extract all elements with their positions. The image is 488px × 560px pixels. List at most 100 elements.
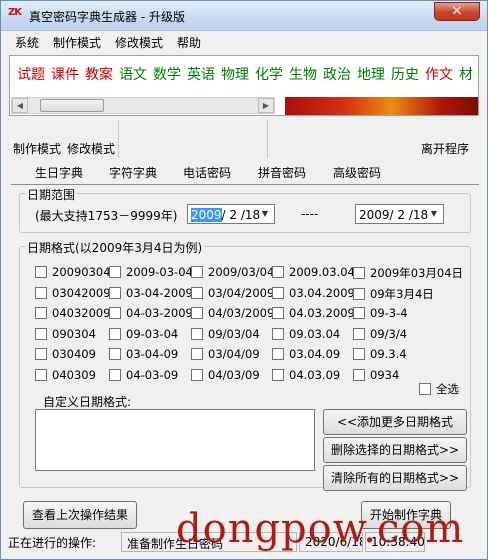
subject-link[interactable]: 生物 xyxy=(289,67,317,83)
custom-format-textarea[interactable] xyxy=(35,409,315,471)
scroll-left-icon[interactable]: ◀ xyxy=(12,98,28,113)
checkbox-icon[interactable] xyxy=(35,266,47,278)
tab-birthday[interactable]: 生日字典 xyxy=(35,164,83,181)
date-format-checkbox[interactable]: 09-03-04 xyxy=(109,327,178,343)
checkbox-icon[interactable] xyxy=(35,286,47,299)
scroll-thumb[interactable] xyxy=(40,99,104,112)
checkbox-icon[interactable] xyxy=(191,327,203,340)
date-format-checkbox[interactable]: 09年3月4日 xyxy=(353,286,434,302)
checkbox-icon[interactable] xyxy=(191,266,203,278)
start-date-picker[interactable]: 2009/ 2 /18 ▼ xyxy=(187,204,275,224)
modify-mode-button[interactable]: 修改模式 xyxy=(67,140,115,157)
checkbox-icon[interactable] xyxy=(272,369,284,381)
chevron-down-icon[interactable]: ▼ xyxy=(427,207,441,221)
date-format-checkbox[interactable]: 04.03.09 xyxy=(272,368,340,384)
checkbox-icon[interactable] xyxy=(272,266,284,278)
date-format-checkbox[interactable]: 2009.03.04 xyxy=(272,265,355,281)
date-format-checkbox[interactable]: 09/03/04 xyxy=(191,327,260,343)
date-format-checkbox[interactable]: 04-03-09 xyxy=(109,368,178,384)
date-format-checkbox[interactable]: 0934 xyxy=(353,368,399,384)
date-format-checkbox[interactable]: 2009/03/04 xyxy=(191,265,274,281)
checkbox-icon[interactable] xyxy=(191,286,203,299)
date-format-checkbox[interactable]: 09.03.04 xyxy=(272,327,340,343)
tab-advanced[interactable]: 高级密码 xyxy=(333,164,381,181)
date-format-checkbox[interactable]: 040309 xyxy=(35,368,96,384)
date-format-checkbox[interactable]: 04.03.2009 xyxy=(272,306,355,322)
scroll-right-icon[interactable]: ▶ xyxy=(258,98,274,113)
end-date-picker[interactable]: 2009/ 2 /18 ▼ xyxy=(355,204,444,224)
horizontal-scrollbar[interactable]: ◀ ▶ xyxy=(11,97,275,114)
checkbox-icon[interactable] xyxy=(272,286,284,299)
make-mode-button[interactable]: 制作模式 xyxy=(13,140,61,157)
checkbox-icon[interactable] xyxy=(353,327,365,340)
exit-button[interactable]: 离开程序 xyxy=(421,140,469,157)
date-format-checkbox[interactable]: 090304 xyxy=(35,327,96,343)
checkbox-icon[interactable] xyxy=(272,327,284,340)
subject-link[interactable]: 教案 xyxy=(85,67,113,83)
date-format-checkbox[interactable]: 03/04/09 xyxy=(191,347,260,363)
checkbox-icon[interactable] xyxy=(353,287,365,300)
date-format-checkbox[interactable]: 04/03/2009 xyxy=(191,306,274,322)
checkbox-icon[interactable] xyxy=(35,369,47,381)
date-format-checkbox[interactable]: 09/3/4 xyxy=(353,327,407,343)
date-format-checkbox[interactable]: 09.3.4 xyxy=(353,347,407,363)
checkbox-icon[interactable] xyxy=(35,307,47,320)
subject-link[interactable]: 历史 xyxy=(391,67,419,83)
date-format-checkbox[interactable]: 03-04-2009 xyxy=(109,286,193,302)
menu-help[interactable]: 帮助 xyxy=(177,34,201,51)
date-format-checkbox[interactable]: 03/04/2009 xyxy=(191,286,274,302)
checkbox-icon[interactable] xyxy=(109,286,121,299)
checkbox-icon[interactable] xyxy=(109,369,121,381)
checkbox-icon[interactable] xyxy=(35,327,47,340)
subject-link[interactable]: 化学 xyxy=(255,67,283,83)
checkbox-icon[interactable] xyxy=(191,307,203,320)
date-format-checkbox[interactable]: 04/03/09 xyxy=(191,368,260,384)
date-format-checkbox[interactable]: 20090304 xyxy=(35,265,111,281)
title-bar[interactable]: ZK 真空密码字典生成器 - 升级版 ✕ xyxy=(1,1,487,31)
checkbox-icon[interactable] xyxy=(35,348,47,361)
clear-formats-button[interactable]: 清除所有的日期格式>> xyxy=(323,465,467,491)
checkbox-icon[interactable] xyxy=(191,348,203,361)
subject-link[interactable]: 材 xyxy=(459,67,473,83)
tab-pinyin[interactable]: 拼音密码 xyxy=(258,164,306,181)
subject-link[interactable]: 英语 xyxy=(187,67,215,83)
subject-link[interactable]: 物理 xyxy=(221,67,249,83)
subject-link[interactable]: 语文 xyxy=(119,67,147,83)
chevron-down-icon[interactable]: ▼ xyxy=(258,207,272,221)
date-format-checkbox[interactable]: 030409 xyxy=(35,347,96,363)
checkbox-icon[interactable] xyxy=(272,348,284,361)
checkbox-icon[interactable] xyxy=(353,307,365,320)
menu-make-mode[interactable]: 制作模式 xyxy=(53,34,101,51)
checkbox-icon[interactable] xyxy=(353,369,365,381)
select-all-checkbox[interactable]: 全选 xyxy=(419,381,459,397)
checkbox-icon[interactable] xyxy=(109,348,121,361)
subject-link[interactable]: 数学 xyxy=(153,67,181,83)
subject-link[interactable]: 政治 xyxy=(323,67,351,83)
checkbox-icon[interactable] xyxy=(353,267,365,279)
start-date-year[interactable]: 2009 xyxy=(191,208,222,222)
date-format-checkbox[interactable]: 2009-03-04 xyxy=(109,265,193,281)
tab-character[interactable]: 字符字典 xyxy=(109,164,157,181)
checkbox-icon[interactable] xyxy=(109,307,121,320)
checkbox-icon[interactable] xyxy=(109,327,121,340)
subject-link[interactable]: 地理 xyxy=(357,67,385,83)
date-format-checkbox[interactable]: 09-3-4 xyxy=(353,306,408,322)
close-button[interactable]: ✕ xyxy=(434,2,480,21)
view-last-result-button[interactable]: 查看上次操作结果 xyxy=(23,501,137,529)
date-format-checkbox[interactable]: 03042009 xyxy=(35,286,111,302)
checkbox-icon[interactable] xyxy=(419,383,431,395)
menu-modify-mode[interactable]: 修改模式 xyxy=(115,34,163,51)
tab-phone[interactable]: 电话密码 xyxy=(183,164,231,181)
menu-system[interactable]: 系统 xyxy=(15,34,39,51)
checkbox-icon[interactable] xyxy=(353,348,365,361)
date-format-checkbox[interactable]: 03.04.2009 xyxy=(272,286,355,302)
subject-link[interactable]: 试题 xyxy=(17,67,45,83)
date-format-checkbox[interactable]: 04-03-2009 xyxy=(109,306,193,322)
delete-selected-format-button[interactable]: 删除选择的日期格式>> xyxy=(323,437,467,463)
checkbox-icon[interactable] xyxy=(272,307,284,320)
date-format-checkbox[interactable]: 03-04-09 xyxy=(109,347,178,363)
add-format-button[interactable]: <<添加更多日期格式 xyxy=(323,409,467,435)
subject-link[interactable]: 课件 xyxy=(51,67,79,83)
date-format-checkbox[interactable]: 2009年03月04日 xyxy=(353,265,463,281)
date-format-checkbox[interactable]: 03.04.09 xyxy=(272,347,340,363)
